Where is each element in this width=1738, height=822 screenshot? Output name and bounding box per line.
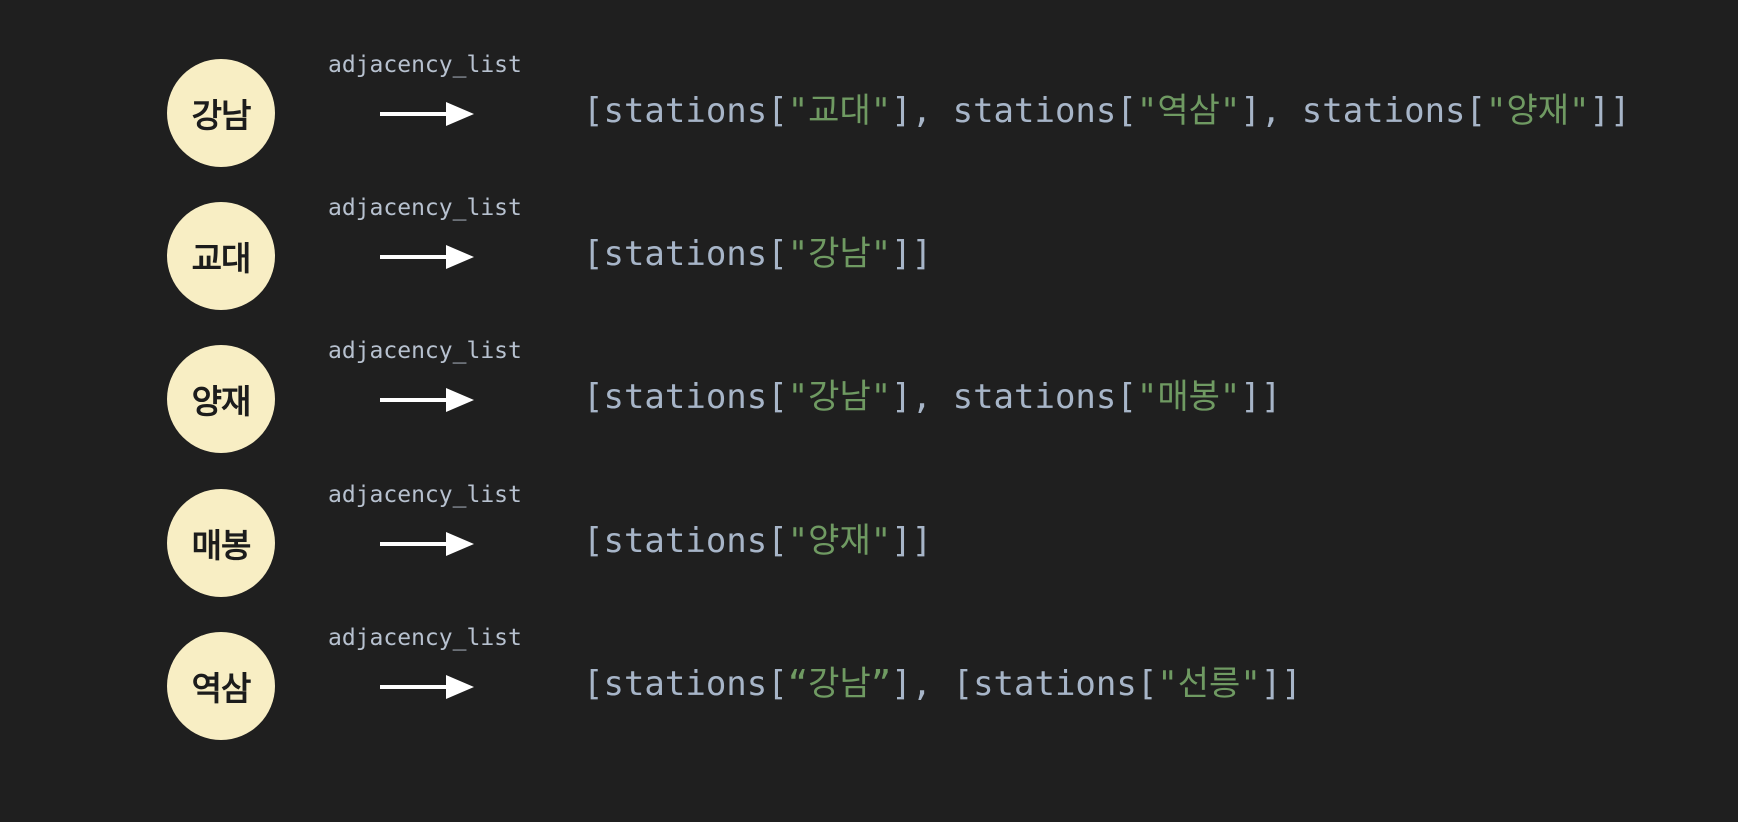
arrow-icon	[380, 245, 474, 269]
station-key-string: "강남"	[787, 377, 892, 417]
adjacency-list-diagram: 강남 adjacency_list [stations["교대"], stati…	[0, 0, 1738, 822]
station-key-string: "매봉"	[1136, 377, 1241, 417]
adjacency-list-value: [stations["양재"]]	[583, 519, 932, 563]
station-name: 교대	[191, 239, 252, 278]
adjacency-list-value: [stations["교대"], stations["역삼"], station…	[583, 89, 1630, 133]
adjacency-list-value: [stations["강남"]]	[583, 232, 932, 276]
edge-label: adjacency_list	[328, 482, 522, 508]
station-node: 교대	[167, 202, 275, 310]
code-text: ]]	[891, 234, 933, 274]
adjacency-list-value: [stations["강남"], stations["매봉"]]	[583, 375, 1281, 419]
station-key-string: "양재"	[1485, 91, 1590, 131]
station-key-string: "강남"	[787, 234, 892, 274]
edge-label: adjacency_list	[328, 52, 522, 78]
adjacency-list-value: [stations[“강남”], [stations["선릉"]]	[583, 662, 1302, 706]
code-text: ]]	[1260, 664, 1302, 704]
code-text: ], stations[	[1240, 91, 1486, 131]
edge-label: adjacency_list	[328, 195, 522, 221]
code-text: ], stations[	[891, 91, 1137, 131]
code-text: ], stations[	[891, 377, 1137, 417]
arrow-icon	[380, 102, 474, 126]
station-row-maebong: 매봉 adjacency_list [stations["양재"]]	[0, 482, 1738, 597]
station-row-gangnam: 강남 adjacency_list [stations["교대"], stati…	[0, 52, 1738, 167]
code-text: ], [stations[	[891, 664, 1158, 704]
station-node: 강남	[167, 59, 275, 167]
code-text: [stations[	[583, 234, 788, 274]
code-text: ]]	[1240, 377, 1282, 417]
edge-label: adjacency_list	[328, 625, 522, 651]
station-key-string: "역삼"	[1136, 91, 1241, 131]
code-text: [stations[	[583, 521, 788, 561]
station-name: 역삼	[191, 669, 252, 708]
code-text: [stations[	[583, 377, 788, 417]
station-name: 강남	[191, 96, 252, 135]
code-text: [stations[	[583, 664, 788, 704]
station-node: 매봉	[167, 489, 275, 597]
station-node: 양재	[167, 345, 275, 453]
station-name: 양재	[191, 382, 252, 421]
station-key-string: "선릉"	[1157, 664, 1261, 704]
arrow-icon	[380, 532, 474, 556]
code-text: ]]	[891, 521, 933, 561]
code-text: [stations[	[583, 91, 788, 131]
arrow-icon	[380, 675, 474, 699]
station-key-string: "양재"	[787, 521, 892, 561]
station-key-string: "교대"	[787, 91, 892, 131]
station-row-gyodae: 교대 adjacency_list [stations["강남"]]	[0, 195, 1738, 310]
station-name: 매봉	[191, 526, 252, 565]
station-row-yeoksam: 역삼 adjacency_list [stations[“강남”], [stat…	[0, 625, 1738, 740]
station-row-yangjae: 양재 adjacency_list [stations["강남"], stati…	[0, 338, 1738, 453]
station-key-string: “강남”	[787, 664, 892, 704]
arrow-icon	[380, 388, 474, 412]
code-text: ]]	[1589, 91, 1631, 131]
edge-label: adjacency_list	[328, 338, 522, 364]
station-node: 역삼	[167, 632, 275, 740]
